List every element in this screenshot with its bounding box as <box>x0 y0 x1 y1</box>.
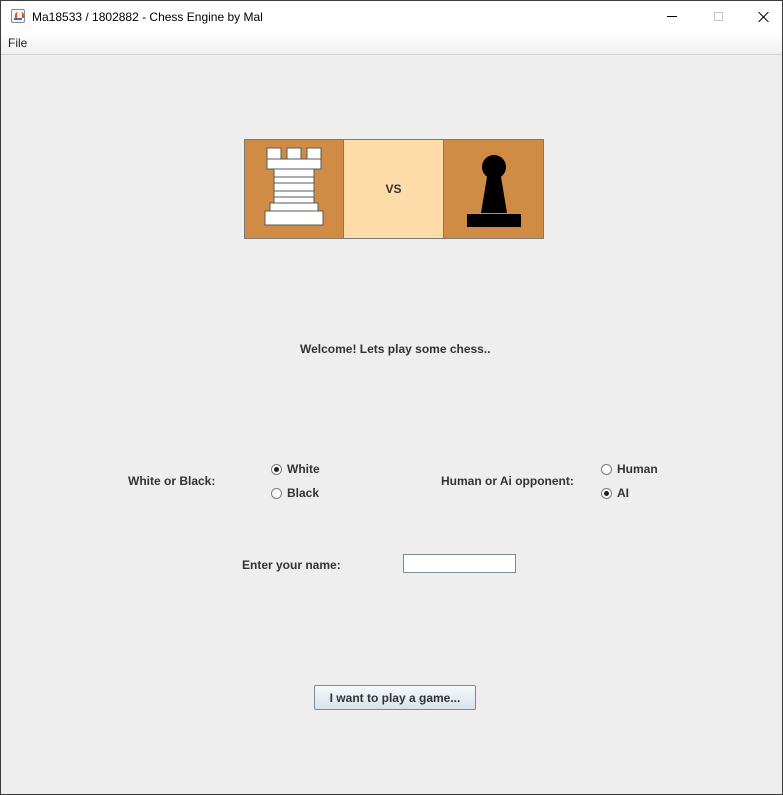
play-game-button[interactable]: I want to play a game... <box>314 685 476 710</box>
radio-unselected-icon <box>601 463 612 475</box>
banner-tile-rook <box>244 139 344 239</box>
close-icon <box>758 11 770 23</box>
welcome-message: Welcome! Lets play some chess.. <box>300 342 491 356</box>
java-app-icon <box>11 9 25 23</box>
maximize-button[interactable] <box>695 1 741 32</box>
window-title: Ma18533 / 1802882 - Chess Engine by Mal <box>32 10 263 24</box>
radio-selected-icon <box>601 487 612 499</box>
maximize-icon <box>713 12 723 21</box>
menu-file[interactable]: File <box>8 36 27 50</box>
radio-ai-label: AI <box>617 486 629 500</box>
radio-human-label: Human <box>617 462 658 476</box>
radio-unselected-icon <box>271 487 282 499</box>
radio-ai[interactable]: AI <box>601 486 629 500</box>
radio-black-label: Black <box>287 486 320 500</box>
name-input[interactable] <box>403 554 516 573</box>
vs-label: VS <box>385 182 402 196</box>
minimize-icon <box>667 16 677 17</box>
radio-black[interactable]: Black <box>271 486 319 500</box>
radio-white-label: White <box>287 462 320 476</box>
app-window: Ma18533 / 1802882 - Chess Engine by Mal … <box>0 0 783 795</box>
radio-selected-icon <box>271 463 282 475</box>
banner: VS <box>244 139 544 239</box>
menu-bar: File <box>1 32 782 55</box>
opponent-choice-label: Human or Ai opponent: <box>441 474 574 488</box>
black-pawn-icon <box>466 155 521 227</box>
radio-human[interactable]: Human <box>601 462 658 476</box>
color-choice-label: White or Black: <box>128 474 216 488</box>
white-rook-icon <box>264 147 324 226</box>
radio-white[interactable]: White <box>271 462 320 476</box>
minimize-button[interactable] <box>649 1 695 32</box>
banner-tile-pawn <box>444 139 544 239</box>
title-bar[interactable]: Ma18533 / 1802882 - Chess Engine by Mal <box>1 1 782 32</box>
banner-tile-vs: VS <box>344 139 444 239</box>
name-label: Enter your name: <box>242 558 341 572</box>
close-button[interactable] <box>741 1 782 32</box>
